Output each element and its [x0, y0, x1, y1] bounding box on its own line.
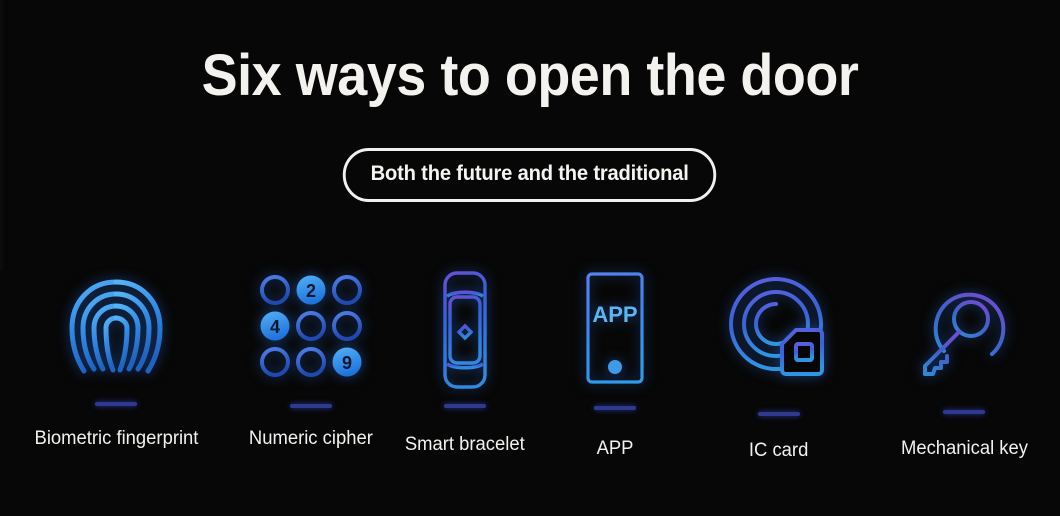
left-edge-seam: [0, 0, 10, 270]
subtitle-pill-wrapper: Both the future and the traditional: [0, 148, 1060, 202]
ic-card-nfc-icon: [724, 266, 834, 388]
method-card-mechanical-key[interactable]: Mechanical key: [868, 266, 1060, 460]
keypad-digit: 4: [270, 317, 280, 337]
method-label: IC card: [749, 440, 809, 461]
method-card-numeric-cipher[interactable]: 2 4 9 Numeric cipher: [232, 266, 390, 450]
method-label: Mechanical key: [900, 438, 1028, 459]
card-divider: [758, 412, 800, 416]
method-label: Smart bracelet: [405, 434, 525, 455]
method-card-ic-card[interactable]: IC card: [690, 266, 868, 462]
promo-banner: Six ways to open the door Both the futur…: [0, 0, 1060, 516]
page-title: Six ways to open the door: [201, 43, 859, 108]
subtitle-pill: Both the future and the traditional: [343, 148, 717, 202]
fingerprint-icon: [60, 266, 172, 392]
mechanical-key-icon: [909, 266, 1019, 388]
card-divider: [943, 410, 985, 414]
card-divider: [290, 404, 332, 408]
numeric-keypad-icon: 2 4 9: [259, 266, 363, 386]
app-screen-text: APP: [592, 302, 637, 327]
method-label: APP: [596, 438, 634, 459]
method-card-fingerprint[interactable]: Biometric fingerprint: [0, 266, 232, 450]
keypad-digit: 2: [306, 281, 316, 301]
card-divider: [444, 404, 486, 408]
smartphone-app-icon: APP: [580, 266, 650, 390]
keypad-digit: 9: [342, 353, 352, 373]
card-divider: [95, 402, 137, 406]
method-list: Biometric fingerprint 2 4 9 Numeric ciph…: [0, 266, 1060, 496]
method-label: Biometric fingerprint: [34, 428, 198, 449]
method-label: Numeric cipher: [249, 428, 373, 449]
method-card-app[interactable]: APP APP: [540, 266, 690, 460]
method-card-smart-bracelet[interactable]: Smart bracelet: [390, 266, 540, 456]
card-divider: [594, 406, 636, 410]
smart-bracelet-icon: [433, 266, 497, 394]
